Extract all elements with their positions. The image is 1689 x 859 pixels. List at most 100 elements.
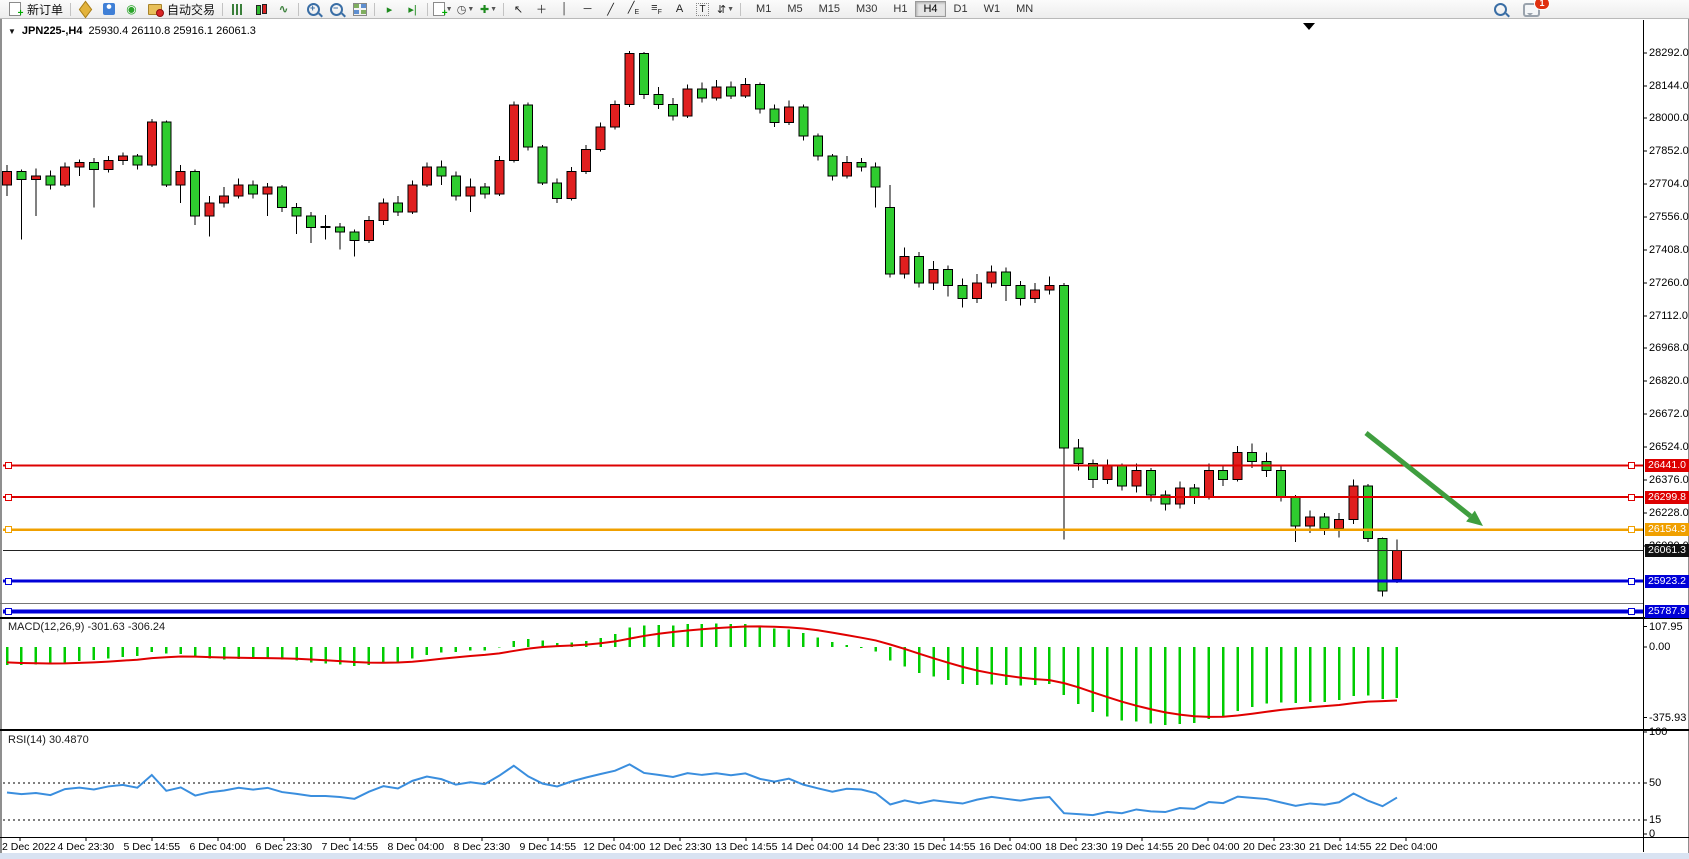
candle-body [422,167,431,185]
candle-body [582,149,591,171]
channel-button[interactable]: ╱E [622,1,645,18]
autotrading-label[interactable]: 自动交易 [166,1,219,18]
timeframe-d1[interactable]: D1 [946,1,976,17]
time-axis-label: 14 Dec 23:30 [847,841,909,853]
candle-body [886,207,895,274]
hline-handle[interactable] [1628,608,1635,615]
chart-ohlc: 25930.4 26110.8 25916.1 26061.3 [88,25,255,37]
price-axis-label: 27260.0 [1649,277,1689,289]
candle-body [625,53,634,104]
signals-button[interactable]: ◉ [120,1,143,18]
timeframe-m5[interactable]: M5 [779,1,810,17]
zoom-out-button[interactable]: − [325,1,348,18]
candle-body [162,122,171,185]
chart-shift-marker[interactable] [1303,23,1315,30]
candle-body [466,187,475,196]
candle-body [1059,285,1068,448]
zoom-in-button[interactable]: + [302,1,325,18]
candle-chart-button[interactable] [249,1,272,18]
candle-body [813,136,822,156]
timeframe-m30[interactable]: M30 [848,1,885,17]
candle-body [900,256,909,274]
candle-body [336,227,345,232]
chat-button[interactable]: 1 [1520,1,1543,18]
candle-body [1306,517,1315,526]
candle-body [220,196,229,203]
label-button[interactable]: T [691,1,714,18]
zoom-out-icon: − [330,3,343,16]
timeframe-w1[interactable]: W1 [976,1,1009,17]
price-axis-label: 26228.0 [1649,507,1689,519]
trend-arrow [1366,433,1470,516]
new-order-button[interactable]: + [3,1,26,18]
pane-inner-border [0,603,1643,604]
mt4-terminal: { "toolbar": { "new_order": "新订单", "auto… [0,0,1689,859]
candle-body [89,163,98,170]
hline-handle[interactable] [1628,578,1635,585]
separator [222,3,223,16]
fibonacci-button[interactable]: ≡F [645,1,668,18]
timeframe-mn[interactable]: MN [1008,1,1041,17]
hline-handle[interactable] [1628,462,1635,469]
profiles-clock-icon: ◷ [457,3,467,16]
candle-body [191,172,200,217]
hline-handle[interactable] [5,608,12,615]
search-button[interactable] [1489,1,1512,18]
candle-body [205,203,214,216]
time-axis-label: 12 Dec 04:00 [583,841,645,853]
pane-separator[interactable] [0,617,1689,619]
hline-handle[interactable] [5,462,12,469]
indicators-button[interactable]: ✚▼ [477,1,500,18]
market-watch-button[interactable] [74,1,97,18]
tile-windows-button[interactable] [348,1,371,18]
macd-axis-label: 0.00 [1649,641,1670,653]
macd-axis-label: 107.95 [1649,621,1683,633]
auto-scroll-button[interactable]: ▸ [378,1,401,18]
candle-body [437,167,446,176]
vertical-line-button[interactable]: │ [553,1,576,18]
new-order-label[interactable]: 新订单 [26,1,67,18]
candle-body [278,187,287,207]
trendline-button[interactable]: ╱ [599,1,622,18]
price-axis-label: 27556.0 [1649,211,1689,223]
hline-handle[interactable] [5,526,12,533]
separator [298,3,299,16]
timeframe-m15[interactable]: M15 [811,1,848,17]
timeframe-m1[interactable]: M1 [748,1,779,17]
profiles-button[interactable]: ◷▼ [454,1,477,18]
fibonacci-icon: ≡F [651,2,662,16]
hline-handle[interactable] [5,494,12,501]
candle-body [364,221,373,241]
time-axis-label: 20 Dec 04:00 [1177,841,1239,853]
new-chart-button[interactable]: +▼ [431,1,454,18]
hline-handle[interactable] [1628,494,1635,501]
new-order-icon: + [9,2,21,16]
line-chart-button[interactable]: ∿ [272,1,295,18]
arrows-button[interactable]: ⇵▼ [714,1,737,18]
crosshair-button[interactable]: ＋ [530,1,553,18]
separator [740,3,741,16]
chat-badge: 1 [1534,0,1550,10]
timeframe-h4[interactable]: H4 [915,1,945,17]
pane-separator[interactable] [0,729,1689,731]
text-button[interactable]: A [668,1,691,18]
time-axis-label: 8 Dec 04:00 [388,841,445,853]
symbol-dropdown-icon[interactable]: ▼ [8,27,16,36]
cursor-button[interactable]: ↖ [507,1,530,18]
price-axis-label: 27852.0 [1649,145,1689,157]
timeframe-h1[interactable]: H1 [885,1,915,17]
hline-handle[interactable] [5,578,12,585]
timeframe-toolbar: M1M5M15M30H1H4D1W1MN [748,1,1041,17]
navigator-button[interactable] [97,1,120,18]
horizontal-line-button[interactable]: ─ [576,1,599,18]
candle-body [1291,497,1300,526]
chart-shift-button[interactable]: ▸| [401,1,424,18]
autotrading-button[interactable] [143,1,166,18]
price-line-badge: 25787.9 [1645,605,1689,618]
hline-handle[interactable] [1628,526,1635,533]
bar-chart-button[interactable] [226,1,249,18]
market-watch-icon [79,0,92,18]
candle-body [292,207,301,216]
candle-body [784,107,793,123]
text-icon: A [676,3,683,15]
